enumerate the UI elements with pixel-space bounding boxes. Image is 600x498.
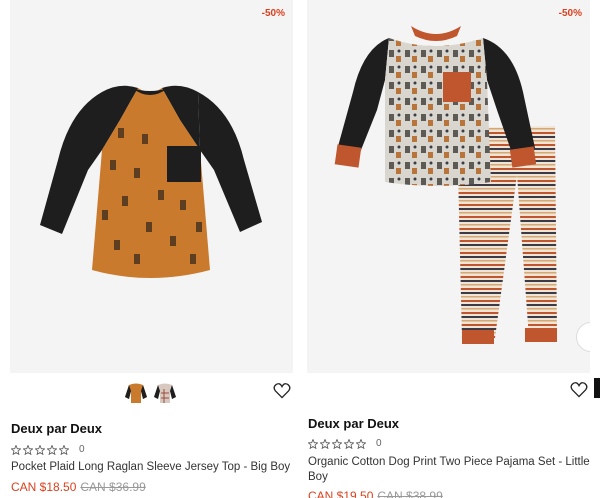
product-title[interactable]: Organic Cotton Dog Print Two Piece Pajam… [308,455,593,485]
star-icon [59,444,69,455]
star-icon [320,438,330,449]
rating: 0 [11,444,85,455]
heart-icon[interactable] [273,383,291,399]
rating-count: 0 [79,444,85,455]
original-price: CAN $38.99 [377,489,443,498]
product-card-2[interactable]: -50% Deux par Deux 0 Organic Cotton Dog … [307,0,590,498]
brand-name[interactable]: Deux par Deux [308,416,399,431]
star-icon [308,438,318,449]
product-title-line-1: Organic Cotton Dog Print Two Piece Pajam… [308,456,590,468]
rating-count: 0 [376,438,382,449]
star-icon [35,444,45,455]
color-swatch-plaid[interactable] [152,379,178,405]
original-price: CAN $36.99 [80,480,146,494]
product-title-line-2: Boy [308,471,328,483]
product-card-1[interactable]: -50% Deux par Deux 0 Pocket Plaid Long R… [10,0,293,494]
star-icon [47,444,57,455]
star-icon [332,438,342,449]
raglan-top-illustration [40,85,262,278]
color-swatch-orange[interactable] [123,379,149,405]
brand-name[interactable]: Deux par Deux [11,421,102,436]
star-icon [356,438,366,449]
rating: 0 [308,438,382,449]
discount-badge: -50% [558,8,582,19]
sale-price: CAN $18.50 [11,480,77,494]
pajama-set-illustration [334,26,557,344]
scroll-indicator[interactable] [594,378,600,398]
product-image-2[interactable]: -50% [307,0,590,373]
price: CAN $19.50 CAN $38.99 [308,489,443,498]
star-icon [344,438,354,449]
star-icon [11,444,21,455]
heart-icon[interactable] [570,382,588,398]
product-title[interactable]: Pocket Plaid Long Raglan Sleeve Jersey T… [11,460,296,475]
price: CAN $18.50 CAN $36.99 [11,480,146,494]
discount-badge: -50% [261,8,285,19]
sale-price: CAN $19.50 [308,489,374,498]
product-image-1[interactable]: -50% [10,0,293,373]
star-icon [23,444,33,455]
